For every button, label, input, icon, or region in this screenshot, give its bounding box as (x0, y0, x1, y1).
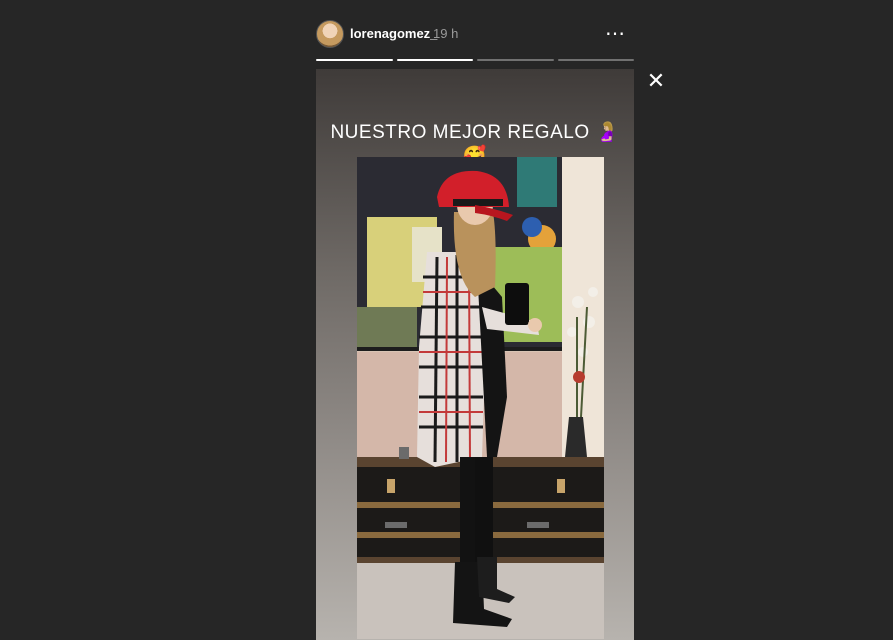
username[interactable]: lorenagomez_ (350, 26, 437, 41)
progress-segment (396, 59, 473, 61)
progress-segment (477, 59, 554, 61)
story-progress-bar (316, 59, 634, 61)
avatar[interactable] (316, 20, 344, 48)
progress-segment (557, 59, 634, 61)
story-header: lorenagomez_ 19 h ⋯ (316, 18, 634, 48)
mirror-selfie-image (357, 157, 604, 639)
progress-segment (316, 59, 393, 61)
story-photo (357, 157, 604, 639)
more-options-icon[interactable]: ⋯ (605, 21, 626, 46)
close-icon[interactable]: ✕ (645, 70, 667, 92)
timestamp: 19 h (433, 26, 459, 41)
story-card[interactable]: NUESTRO MEJOR REGALO 🤰🏼 🥰 (316, 69, 634, 640)
